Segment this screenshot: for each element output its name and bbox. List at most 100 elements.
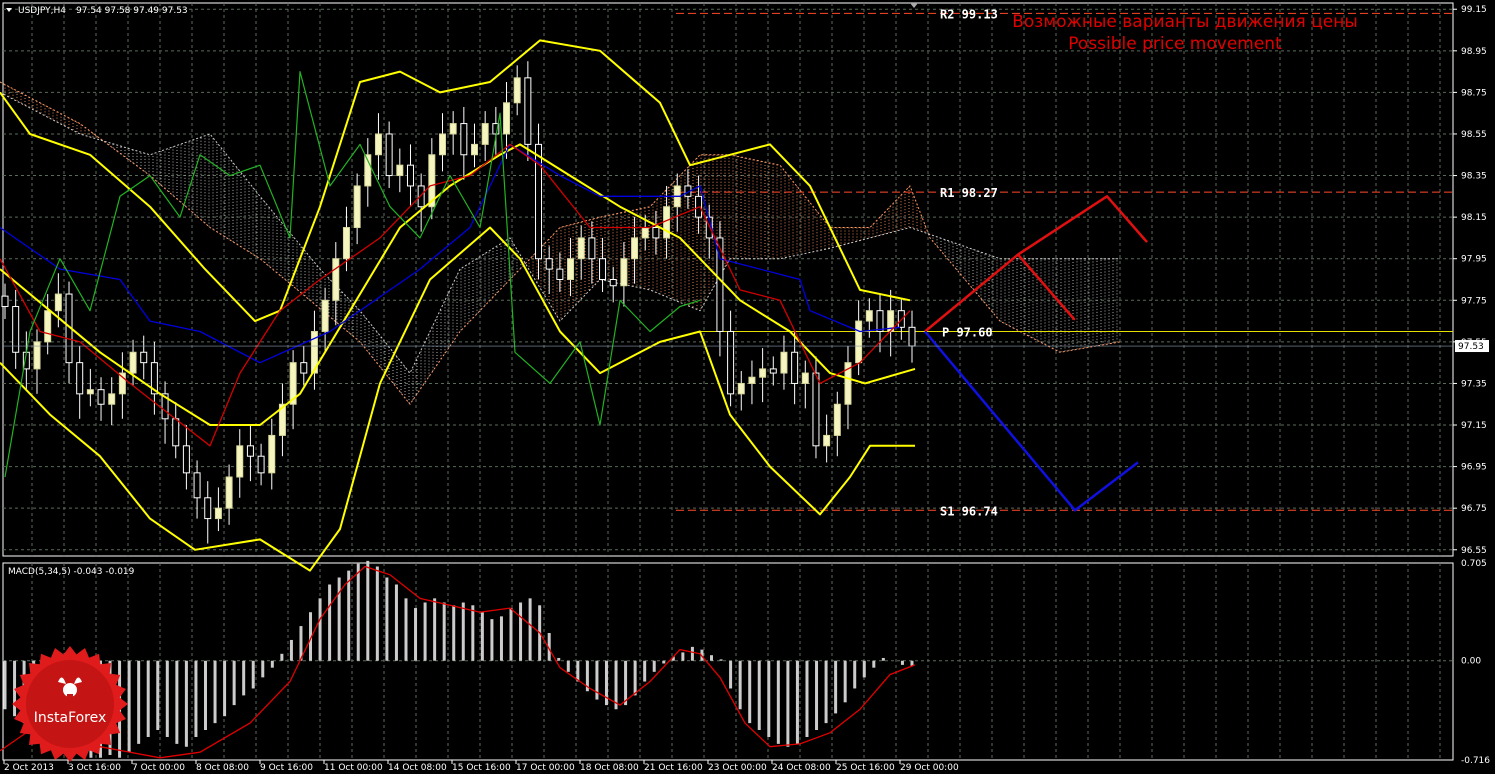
candle-bull <box>129 351 137 374</box>
level-label-p: P 97.60 <box>942 325 993 339</box>
candle-bull <box>374 133 382 156</box>
x-tick-label: 8 Oct 08:00 <box>196 763 249 773</box>
candle-bull <box>54 293 62 312</box>
candle-bear <box>300 362 308 374</box>
candle-bull <box>567 258 575 281</box>
candle-bull <box>449 123 457 135</box>
candle-bull <box>759 368 767 378</box>
annotation-text: Возможные варианты движения цены Possibl… <box>1012 12 1358 54</box>
logo-text: InstaForex <box>34 710 107 726</box>
candle-bear <box>460 123 468 156</box>
x-tick-label: 21 Oct 16:00 <box>644 763 703 773</box>
macd-plot-frame <box>2 562 1454 761</box>
candle-bull <box>353 185 361 229</box>
candle-bull <box>577 237 585 260</box>
candle-bear <box>385 133 393 177</box>
ichimoku-cloud <box>0 81 1121 405</box>
candle-bull <box>321 299 329 332</box>
instaforex-logo: InstaForex <box>12 646 128 762</box>
candle-bull <box>44 310 52 343</box>
candle-bear <box>652 227 660 239</box>
y-tick-label: 96.95 <box>1461 463 1487 473</box>
candle-bear <box>172 418 180 447</box>
shift-marker-icon[interactable] <box>910 3 918 8</box>
current-price-label: 97.53 <box>1458 342 1484 352</box>
macd-y-tick-label: 0.00 <box>1461 657 1481 667</box>
y-tick-label: 98.35 <box>1461 172 1487 182</box>
candle-bear <box>12 306 20 353</box>
candle-bear <box>1 295 9 308</box>
level-label-r2: R2 99.13 <box>940 7 998 21</box>
level-label-r1: R1 98.27 <box>940 186 998 200</box>
x-tick-label: 17 Oct 00:00 <box>516 763 575 773</box>
x-tick-label: 25 Oct 16:00 <box>836 763 895 773</box>
candle-bear <box>246 445 254 457</box>
candle-bull <box>663 206 671 239</box>
x-tick-label: 11 Oct 00:00 <box>324 763 383 773</box>
candle-bear <box>588 237 596 260</box>
candle-bull <box>108 393 116 405</box>
candle-bull <box>481 123 489 145</box>
candle-bear <box>727 330 735 395</box>
x-tick-label: 2 Oct 2013 <box>4 763 54 773</box>
candle-bull <box>631 237 639 260</box>
macd-y-tick-label: 0.705 <box>1461 559 1487 569</box>
y-tick-label: 98.55 <box>1461 130 1487 140</box>
candle-bear <box>204 497 212 520</box>
senkou-span-a-line <box>0 81 1121 405</box>
candle-bear <box>140 351 148 364</box>
candle-bear <box>908 326 916 347</box>
x-tick-label: 15 Oct 16:00 <box>452 763 511 773</box>
y-tick-label: 97.15 <box>1461 421 1487 431</box>
tenkan-sen-line <box>0 143 911 447</box>
window-menu-triangle-icon[interactable] <box>6 8 12 12</box>
candle-bear <box>524 77 532 145</box>
candle-bull <box>471 143 479 156</box>
price-chart: R2 99.13 R1 98.27 P 97.60 S1 96.74 99.15 98.… <box>0 2 1490 773</box>
candle-bull <box>748 376 756 384</box>
x-tick-label: 9 Oct 16:00 <box>260 763 313 773</box>
y-tick-label: 98.15 <box>1461 213 1487 223</box>
y-tick-label: 98.75 <box>1461 88 1487 98</box>
x-tick-label: 3 Oct 16:00 <box>68 763 121 773</box>
candle-bear <box>609 279 617 287</box>
scenario-arrows <box>924 195 1148 512</box>
candle-bull <box>438 133 446 156</box>
candle-bull <box>396 164 404 177</box>
level-label-s1: S1 96.74 <box>940 504 998 518</box>
candle-bull <box>503 102 511 135</box>
y-tick-label: 99.15 <box>1461 5 1487 15</box>
y-tick-label: 97.95 <box>1461 255 1487 265</box>
x-tick-label: 18 Oct 08:00 <box>580 763 639 773</box>
symbol-label: USDJPY,H4 <box>18 6 66 16</box>
candle-bear <box>193 472 201 499</box>
axes: 99.15 98.95 98.75 98.55 98.35 98.15 97.95 97.75… <box>3 3 1490 773</box>
candle-bull <box>865 310 873 322</box>
macd-title: MACD(5,34,5) -0.043 -0.019 <box>8 567 135 577</box>
candle-bull <box>823 434 831 447</box>
y-tick-label: 97.75 <box>1461 296 1487 306</box>
macd-panel <box>0 560 1453 759</box>
candle-bear <box>76 362 84 395</box>
annotation-ru: Возможные варианты движения цены <box>1012 12 1358 32</box>
candle-bear <box>257 455 265 474</box>
y-tick-label: 96.55 <box>1461 546 1487 556</box>
candle-bull <box>620 258 628 287</box>
main-plot-frame <box>2 2 1454 557</box>
candle-bear <box>599 258 607 281</box>
candle-bear <box>876 310 884 332</box>
candle-bull <box>214 507 222 520</box>
candle-bull <box>780 351 788 374</box>
candle-bear <box>417 185 425 208</box>
candle-bull <box>225 476 233 509</box>
candle-bear <box>812 372 820 447</box>
bollinger-upper-line <box>0 39 911 323</box>
candle-bull <box>342 227 350 260</box>
candle-bull <box>641 227 649 239</box>
candle-bull <box>513 77 521 104</box>
candle-bull <box>86 389 94 395</box>
candle-bull <box>268 434 276 474</box>
candle-bear <box>545 258 553 270</box>
y-tick-label: 98.95 <box>1461 47 1487 57</box>
candle-bear <box>556 268 564 280</box>
